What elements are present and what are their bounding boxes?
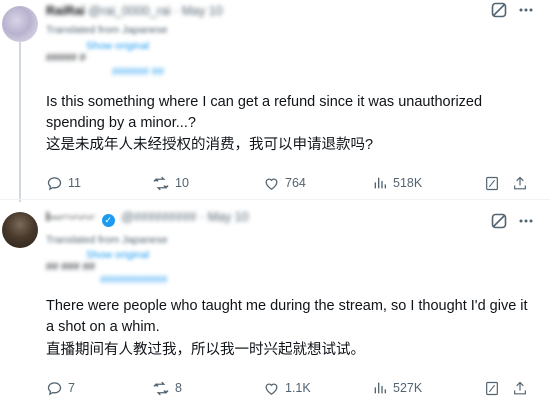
repost-button[interactable]: 8 [152, 378, 182, 398]
reply-count: 7 [68, 381, 75, 395]
repost-count: 10 [175, 176, 189, 190]
views-icon [374, 177, 386, 189]
reply-button[interactable]: 11 [46, 173, 81, 193]
heart-icon [265, 383, 278, 395]
show-original-link[interactable]: Show original [86, 40, 149, 52]
views-count: 527K [393, 381, 423, 395]
share-button[interactable] [512, 173, 528, 193]
verified-badge-icon: ✓ [101, 214, 115, 227]
reply-count: 11 [68, 176, 81, 190]
repost-icon [153, 176, 169, 190]
bookmark-icon [486, 381, 498, 395]
like-count: 764 [285, 176, 306, 190]
bookmark-button[interactable] [484, 378, 500, 398]
repost-count: 8 [175, 381, 182, 395]
blurred-link[interactable]: ###### ## [112, 66, 164, 78]
more-icon[interactable] [518, 214, 534, 228]
reply-button[interactable]: 7 [46, 378, 75, 398]
like-button[interactable]: 1.1K [263, 378, 311, 398]
user-handle[interactable]: @rai_0000_rai [88, 4, 170, 18]
post-date[interactable]: · May 10 [174, 4, 223, 18]
views-icon [374, 382, 386, 394]
tweet-text-en: There were people who taught me during t… [46, 298, 528, 335]
tweet-text-en: Is this something where I can get a refu… [46, 94, 483, 131]
show-original-link[interactable]: Show original [86, 249, 149, 261]
post-header: RaiRai @rai_0000_rai · May 10 [46, 4, 550, 20]
share-button[interactable] [512, 378, 528, 398]
reply-post[interactable]: RaiRai @rai_0000_rai · May 10 Translated… [0, 0, 550, 202]
views-count: 518K [393, 176, 423, 190]
avatar[interactable] [2, 6, 38, 42]
translated-label: Translated from Japanese [46, 234, 168, 246]
reply-icon [47, 176, 62, 190]
repost-button[interactable]: 10 [152, 173, 189, 193]
grok-icon[interactable] [490, 1, 508, 19]
grok-icon[interactable] [490, 212, 508, 230]
blurred-original-text: ## ### ## [46, 261, 95, 273]
action-bar: 7 8 1.1K 527K [46, 378, 540, 398]
like-button[interactable]: 764 [263, 173, 306, 193]
share-icon [514, 381, 526, 394]
display-name[interactable]: RaiRai [46, 4, 85, 18]
blurred-original-text: ##### # [46, 52, 86, 64]
post-header: I---··-·-·-· ✓ @######### · May 10 [46, 210, 550, 227]
repost-icon [153, 381, 169, 395]
bookmark-button[interactable] [484, 173, 500, 193]
translated-label: Translated from Japanese [46, 24, 168, 36]
tweet-text-cn: 这是未成年人未经授权的消费，我可以申请退款吗? [46, 137, 374, 153]
heart-icon [265, 178, 278, 190]
display-name[interactable]: I---··-·-·-· [46, 210, 95, 224]
more-icon[interactable] [518, 3, 534, 17]
avatar[interactable] [2, 212, 38, 248]
reply-icon [47, 381, 62, 395]
user-handle[interactable]: @######### · May 10 [121, 210, 248, 224]
blurred-link[interactable]: ########### [100, 274, 167, 286]
views-button[interactable]: 518K [372, 173, 422, 193]
views-button[interactable]: 527K [372, 378, 422, 398]
reply-post[interactable]: I---··-·-·-· ✓ @######### · May 10 Trans… [0, 200, 550, 403]
thread-line [19, 42, 21, 202]
bookmark-icon [486, 176, 498, 190]
action-bar: 11 10 764 518K [46, 173, 540, 193]
share-icon [514, 176, 526, 189]
tweet-text-cn: 直播期间有人教过我，所以我一时兴起就想试试。 [46, 342, 365, 358]
like-count: 1.1K [285, 381, 311, 395]
